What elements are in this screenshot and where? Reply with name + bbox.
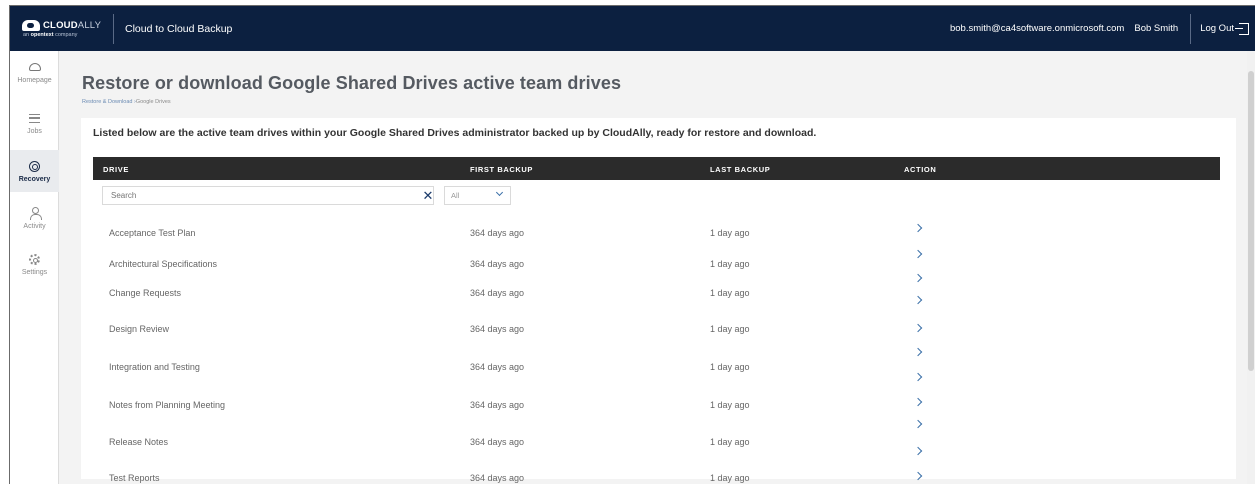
last-backup: 1 day ago <box>710 259 750 269</box>
first-backup: 364 days ago <box>470 362 525 372</box>
person-icon <box>29 207 42 220</box>
clear-search-icon[interactable]: ✕ <box>421 186 435 205</box>
cloudally-logo[interactable]: CLOUDALLY an opentext company <box>10 6 113 51</box>
filter-selected-value: All <box>451 191 460 200</box>
recovery-icon <box>29 160 40 172</box>
last-backup: 1 day ago <box>710 437 750 447</box>
drive-name: Test Reports <box>109 473 160 483</box>
chevron-right-icon[interactable] <box>913 372 923 382</box>
gear-icon <box>29 253 40 265</box>
column-header-first-backup[interactable]: FIRST BACKUP <box>470 165 533 174</box>
last-backup: 1 day ago <box>710 228 750 238</box>
sidebar-item-homepage[interactable]: Homepage <box>10 60 59 94</box>
stack-icon <box>29 113 40 123</box>
column-header-action: ACTION <box>904 165 937 174</box>
chevron-right-icon[interactable] <box>913 397 923 407</box>
sidebar-item-activity[interactable]: Activity <box>10 206 59 240</box>
chevron-right-icon[interactable] <box>913 249 923 259</box>
chevron-right-icon[interactable] <box>913 223 923 233</box>
cloud-logo-icon <box>22 19 40 31</box>
last-backup: 1 day ago <box>710 288 750 298</box>
chevron-right-icon[interactable] <box>913 347 923 357</box>
intro-text: Listed below are the active team drives … <box>93 127 817 139</box>
drive-name: Design Review <box>109 324 170 334</box>
first-backup: 364 days ago <box>470 228 525 238</box>
search-input[interactable] <box>102 186 434 205</box>
first-backup: 364 days ago <box>470 324 525 334</box>
chevron-right-icon[interactable] <box>913 273 923 283</box>
logout-label: Log Out <box>1200 23 1234 34</box>
logout-button[interactable]: Log Out <box>1200 22 1249 35</box>
user-email: bob.smith@ca4software.onmicrosoft.com <box>949 23 1125 34</box>
logout-icon <box>1235 22 1249 35</box>
drive-name: Acceptance Test Plan <box>109 228 196 238</box>
column-header-last-backup[interactable]: LAST BACKUP <box>710 165 770 174</box>
logo-text: CLOUDALLY <box>43 19 102 31</box>
chevron-right-icon[interactable] <box>913 471 923 481</box>
first-backup: 364 days ago <box>470 288 525 298</box>
drive-name: Release Notes <box>109 437 169 447</box>
drive-name: Notes from Planning Meeting <box>109 400 226 410</box>
chevron-right-icon[interactable] <box>913 323 923 333</box>
chevron-down-icon <box>495 188 504 197</box>
backup-filter-select[interactable]: All <box>444 186 511 205</box>
column-header-drive[interactable]: DRIVE <box>103 165 129 174</box>
drives-card: Listed below are the active team drives … <box>81 118 1236 483</box>
header-divider-2 <box>1190 13 1192 44</box>
sidebar-item-label: Jobs <box>27 128 42 135</box>
page-title: Restore or download Google Shared Drives… <box>82 73 622 93</box>
last-backup: 1 day ago <box>710 473 750 483</box>
first-backup: 364 days ago <box>470 473 525 483</box>
logo-subtitle: an opentext company <box>23 31 78 38</box>
sidebar-item-label: Homepage <box>17 77 52 84</box>
last-backup: 1 day ago <box>710 324 750 334</box>
user-name[interactable]: Bob Smith <box>1134 23 1178 34</box>
sidebar-item-recovery[interactable]: Recovery <box>10 150 59 192</box>
cloud-icon <box>28 63 41 71</box>
breadcrumb-current: Google Drives <box>135 99 171 105</box>
chevron-right-icon[interactable] <box>913 295 923 305</box>
sidebar: Homepage Jobs Recovery Activity Settings <box>10 51 59 484</box>
first-backup: 364 days ago <box>470 259 525 269</box>
table-header: DRIVE FIRST BACKUP LAST BACKUP ACTION <box>93 157 1220 180</box>
page-scrollbar[interactable] <box>1247 51 1255 484</box>
sidebar-item-settings[interactable]: Settings <box>10 252 59 286</box>
filter-row: ✕ All <box>93 180 1220 212</box>
last-backup: 1 day ago <box>710 400 750 410</box>
sidebar-item-label: Recovery <box>18 176 51 183</box>
first-backup: 364 days ago <box>470 437 525 447</box>
breadcrumb: Restore & Download ›Google Drives <box>82 99 171 105</box>
header-divider <box>113 13 114 44</box>
chevron-right-icon[interactable] <box>913 446 923 456</box>
last-backup: 1 day ago <box>710 362 750 372</box>
drive-name: Architectural Specifications <box>109 259 218 269</box>
sidebar-item-label: Settings <box>21 269 48 276</box>
scroll-thumb[interactable] <box>1248 71 1254 371</box>
app-title: Cloud to Cloud Backup <box>125 22 233 35</box>
sidebar-item-label: Activity <box>23 223 46 230</box>
first-backup: 364 days ago <box>470 400 525 410</box>
breadcrumb-parent-link[interactable]: Restore & Download <box>82 99 132 105</box>
sidebar-item-jobs[interactable]: Jobs <box>10 111 59 145</box>
top-bar: CLOUDALLY an opentext company Cloud to C… <box>10 6 1255 51</box>
chevron-right-icon[interactable] <box>913 419 923 429</box>
drive-name: Integration and Testing <box>109 362 200 372</box>
drive-name: Change Requests <box>109 288 182 298</box>
